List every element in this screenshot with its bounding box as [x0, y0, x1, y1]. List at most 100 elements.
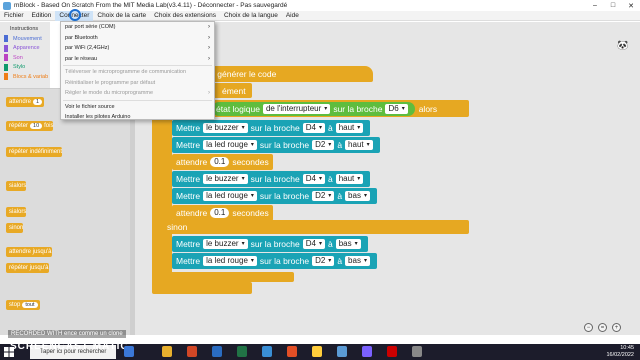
zoom-in-icon[interactable]: +: [612, 323, 621, 332]
level-dropdown[interactable]: haut ▾: [335, 174, 364, 184]
palette-block[interactable]: répéter 10 fois: [6, 121, 54, 131]
chevron-down-icon: ▾: [357, 176, 361, 182]
close-button[interactable]: ✕: [622, 0, 640, 11]
firefox-icon[interactable]: [287, 346, 297, 357]
category-item[interactable]: Blocs & variab: [0, 72, 50, 82]
menu-bar: Fichier Edition Connecter Choix de la ca…: [0, 10, 640, 21]
chevron-down-icon: ▾: [318, 125, 322, 131]
pin-dropdown[interactable]: D2 ▾: [312, 191, 335, 201]
dropdown-item[interactable]: par le réseau ›: [61, 54, 214, 65]
word-icon[interactable]: [212, 346, 222, 357]
file-explorer-icon[interactable]: [162, 346, 172, 357]
set-pin-block[interactable]: Mettre la led rouge ▾ sur la broche D2 ▾ à haut…: [172, 137, 380, 153]
loop-label: ément: [222, 85, 246, 96]
dropdown-item[interactable]: par WiFi (2,4GHz) ›: [61, 43, 214, 54]
menu-choix-extensions[interactable]: Choix des extensions: [150, 11, 220, 21]
set-pin-block[interactable]: Mettre la led rouge ▾ sur la broche D2 ▾ à bas ▾: [172, 253, 377, 269]
recorded-text: RECORDED WITH: [11, 331, 63, 337]
palette-block[interactable]: attendre 1: [6, 97, 45, 107]
chevron-right-icon: ›: [208, 24, 210, 31]
zoom-reset-icon[interactable]: =: [598, 323, 607, 332]
to-label: à: [327, 123, 333, 133]
palette-block[interactable]: attendre jusqu'à: [6, 247, 52, 257]
panda-sprite-icon[interactable]: 🐼: [617, 40, 633, 62]
level-dropdown[interactable]: haut ▾: [345, 140, 373, 150]
menu-fichier[interactable]: Fichier: [0, 11, 28, 21]
maximize-button[interactable]: □: [604, 0, 622, 11]
set-label: Mettre: [176, 191, 201, 201]
device-dropdown[interactable]: la led rouge ▾: [203, 140, 257, 150]
dropdown-item-label: Téléverser le microprogramme de communic…: [65, 69, 187, 76]
device-dropdown[interactable]: la led rouge ▾: [203, 191, 257, 201]
category-label: Son: [13, 54, 23, 61]
settings-icon[interactable]: [412, 346, 422, 357]
device-dropdown[interactable]: le buzzer ▾: [203, 123, 248, 133]
level-dropdown[interactable]: haut ▾: [335, 123, 364, 133]
chevron-down-icon: ▾: [318, 241, 322, 247]
block-panel: attendre 1 répéter 10 fois répéter indéfinime…: [0, 88, 130, 335]
recorder-icon[interactable]: [387, 346, 397, 357]
palette-block[interactable]: si alors: [6, 181, 27, 191]
pin-dropdown[interactable]: D2 ▾: [312, 256, 335, 266]
menu-connecter[interactable]: Connecter: [55, 10, 94, 21]
wait-block[interactable]: attendre 0.1 secondes: [172, 154, 273, 170]
category-item[interactable]: Mouvement: [0, 34, 50, 44]
category-swatch-icon: [4, 35, 8, 43]
pin-label: sur la broche: [250, 123, 300, 133]
menu-choix-langue[interactable]: Choix de la langue: [220, 11, 282, 21]
set-pin-block[interactable]: Mettre la led rouge ▾ sur la broche D2 ▾ à bas ▾: [172, 188, 377, 204]
pin-dropdown[interactable]: D4 ▾: [302, 123, 325, 133]
mblock-taskbar-icon[interactable]: [337, 346, 347, 357]
office-icon[interactable]: [187, 346, 197, 357]
device-value: le buzzer: [206, 123, 239, 132]
device-dropdown[interactable]: la led rouge ▾: [203, 256, 257, 266]
chrome-icon[interactable]: [312, 346, 322, 357]
pin-dropdown[interactable]: D4 ▾: [302, 239, 325, 249]
palette-block[interactable]: répéter indéfiniment: [6, 147, 63, 157]
device-dropdown[interactable]: le buzzer ▾: [203, 239, 248, 249]
palette-block[interactable]: si alors: [6, 207, 27, 217]
set-label: Mettre: [176, 239, 201, 249]
set-pin-block[interactable]: Mettre le buzzer ▾ sur la broche D4 ▾ à bas ▾: [172, 236, 368, 252]
device-dropdown[interactable]: le buzzer ▾: [203, 174, 248, 184]
zoom-out-icon[interactable]: −: [584, 323, 593, 332]
wait-block[interactable]: attendre 0.1 secondes: [172, 205, 273, 221]
digital-state-reporter[interactable]: état logique de l'interrupteur ▾ sur la b…: [212, 101, 415, 116]
edge-icon[interactable]: [262, 346, 272, 357]
menu-choix-carte[interactable]: Choix de la carte: [93, 11, 150, 21]
palette-block[interactable]: répéter jusqu'à: [6, 263, 49, 273]
category-item[interactable]: Apparence: [0, 44, 50, 54]
category-swatch-icon: [4, 63, 8, 71]
else-block[interactable]: sinon: [164, 220, 469, 234]
category-item[interactable]: Stylo: [0, 63, 50, 73]
category-item[interactable]: Son: [0, 53, 50, 63]
dropdown-item[interactable]: par Bluetooth ›: [61, 33, 214, 44]
palette-header[interactable]: Instructions: [0, 22, 50, 34]
dropdown-item[interactable]: par port série (COM) ›: [61, 22, 214, 33]
level-dropdown[interactable]: bas ▾: [345, 256, 370, 266]
pin-dropdown[interactable]: D2 ▾: [312, 140, 335, 150]
when-generate-hat-block[interactable]: e - générer le code: [200, 66, 373, 82]
excel-icon[interactable]: [237, 346, 247, 357]
wait-seconds-input[interactable]: 0.1: [210, 208, 230, 218]
app-icon[interactable]: [362, 346, 372, 357]
palette-block[interactable]: sinon: [6, 223, 24, 233]
switch-dropdown[interactable]: de l'interrupteur ▾: [262, 103, 331, 114]
minimize-button[interactable]: –: [586, 0, 604, 11]
pin-dropdown[interactable]: D6 ▾: [385, 103, 408, 114]
wait-seconds-input[interactable]: 0.1: [210, 157, 230, 167]
task-view-icon[interactable]: [124, 346, 134, 357]
device-value: le buzzer: [206, 174, 239, 183]
palette-block[interactable]: stop tout: [6, 300, 40, 310]
set-pin-block[interactable]: Mettre le buzzer ▾ sur la broche D4 ▾ à haut ▾: [172, 171, 371, 187]
level-dropdown[interactable]: bas ▾: [345, 191, 370, 201]
level-dropdown[interactable]: bas ▾: [335, 239, 361, 249]
menu-aide[interactable]: Aide: [282, 11, 303, 21]
chevron-down-icon: ▾: [241, 241, 245, 247]
to-label: à: [327, 239, 333, 249]
pin-dropdown[interactable]: D4 ▾: [302, 174, 325, 184]
dropdown-item[interactable]: Voir le fichier source: [61, 102, 214, 113]
menu-edition[interactable]: Edition: [28, 11, 56, 21]
dropdown-item-label: Réinitialiser le programme par défaut: [65, 79, 156, 86]
dropdown-item[interactable]: Installer les pilotes Arduino: [61, 112, 214, 123]
